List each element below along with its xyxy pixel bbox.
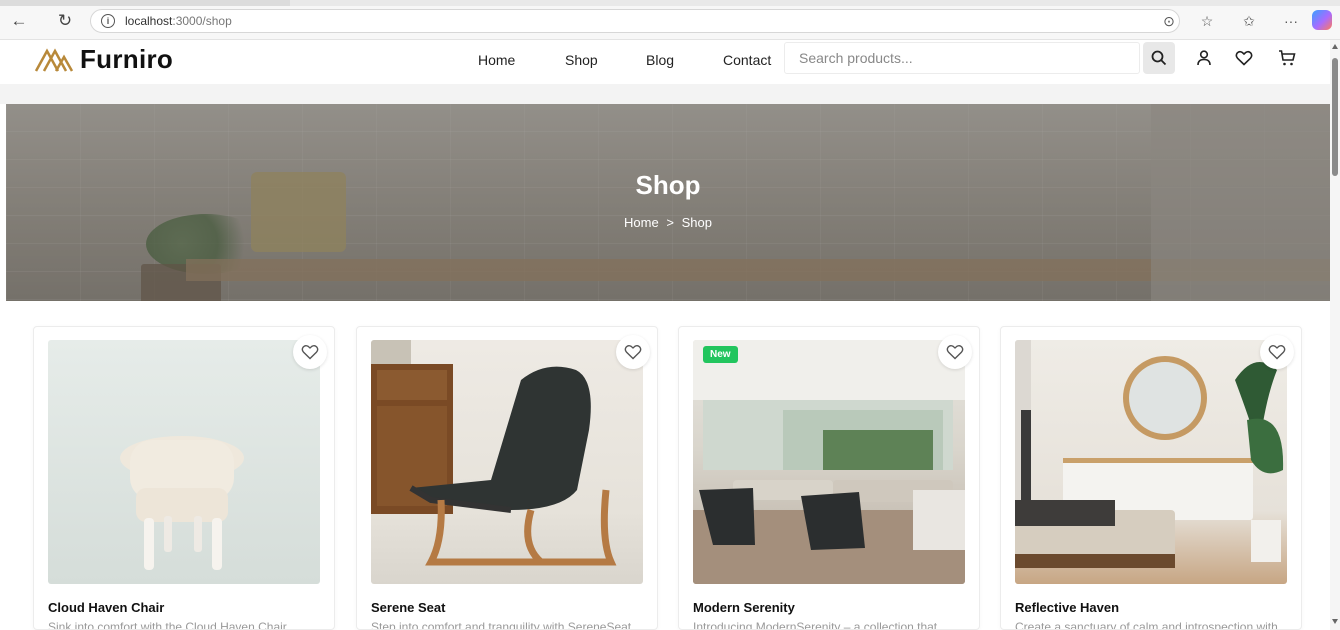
nav-shop[interactable]: Shop [565, 52, 646, 68]
wishlist-toggle[interactable] [616, 335, 650, 369]
hero-banner: Shop Home > Shop [6, 104, 1330, 301]
nav-home[interactable]: Home [478, 52, 565, 68]
back-icon[interactable]: ← [8, 10, 30, 32]
product-description: Introducing ModernSerenity – a collectio… [693, 620, 948, 630]
product-name[interactable]: Serene Seat [371, 600, 445, 615]
user-icon [1197, 50, 1211, 66]
address-bar[interactable]: i localhost:3000/shop [90, 9, 1180, 33]
main-nav: Home Shop Blog Contact [478, 52, 771, 68]
account-button[interactable] [1192, 46, 1216, 70]
site-header: Furniro Home Shop Blog Contact Search pr… [0, 40, 1330, 84]
scroll-down-icon[interactable] [1332, 619, 1338, 624]
logo[interactable]: Furniro [34, 44, 173, 75]
browser-toolbar: ← ↻ i localhost:3000/shop ⊙ ☆ ✩ ··· [0, 0, 1340, 40]
product-card[interactable]: Cloud Haven Chair Sink into comfort with… [33, 326, 335, 630]
heart-icon [624, 344, 642, 360]
search-icon [1151, 50, 1167, 66]
logo-text: Furniro [80, 44, 174, 74]
product-card[interactable]: Serene Seat Step into comfort and tranqu… [356, 326, 658, 630]
product-name[interactable]: Cloud Haven Chair [48, 600, 164, 615]
nav-blog[interactable]: Blog [646, 52, 723, 68]
search-button[interactable] [1143, 42, 1175, 74]
logo-mark-icon [34, 47, 74, 72]
product-image[interactable] [1015, 340, 1287, 584]
product-image[interactable] [48, 340, 320, 584]
reload-icon[interactable]: ↻ [54, 10, 76, 32]
cart-button[interactable] [1275, 46, 1299, 70]
breadcrumb-separator: > [666, 215, 674, 230]
heart-icon [946, 344, 964, 360]
favorite-star-icon[interactable]: ☆ [1198, 12, 1216, 30]
breadcrumb: Home > Shop [6, 215, 1330, 230]
search-input[interactable]: Search products... [784, 42, 1140, 74]
page-scrollbar[interactable] [1330, 40, 1340, 630]
heart-icon [1268, 344, 1286, 360]
site-info-icon[interactable]: i [101, 14, 115, 28]
wishlist-toggle[interactable] [938, 335, 972, 369]
nav-contact[interactable]: Contact [723, 52, 771, 68]
active-tab[interactable] [0, 0, 290, 6]
reader-mode-icon[interactable]: ⊙ [1160, 12, 1178, 30]
hero-overlay [6, 104, 1330, 301]
product-card[interactable]: New Modern Serenity Introducing ModernSe… [678, 326, 980, 630]
product-card[interactable]: Reflective Haven Create a sanctuary of c… [1000, 326, 1302, 630]
scrollbar-thumb[interactable] [1332, 58, 1338, 176]
more-options-icon[interactable]: ··· [1282, 12, 1300, 30]
product-description: Sink into comfort with the Cloud Haven C… [48, 620, 297, 630]
page-title: Shop [635, 170, 701, 200]
breadcrumb-current: Shop [681, 215, 712, 230]
wishlist-toggle[interactable] [1260, 335, 1294, 369]
breadcrumb-home[interactable]: Home [624, 215, 659, 230]
scroll-up-icon[interactable] [1332, 44, 1338, 49]
wishlist-toggle[interactable] [293, 335, 327, 369]
copilot-icon[interactable] [1312, 10, 1332, 30]
hero-spacer [0, 84, 1330, 104]
favorites-list-icon[interactable]: ✩ [1240, 12, 1258, 30]
heart-icon [1235, 50, 1253, 66]
wishlist-button[interactable] [1232, 46, 1256, 70]
product-name[interactable]: Modern Serenity [693, 600, 795, 615]
product-description: Step into comfort and tranquility with S… [371, 620, 642, 630]
product-description: Create a sanctuary of calm and introspec… [1015, 620, 1287, 630]
tab-strip [0, 0, 1340, 6]
product-image[interactable] [371, 340, 643, 584]
cart-icon [1279, 50, 1296, 66]
new-badge: New [703, 346, 738, 363]
product-image[interactable] [693, 340, 965, 584]
url-host: localhost [125, 14, 173, 28]
product-name[interactable]: Reflective Haven [1015, 600, 1119, 615]
heart-icon [301, 344, 319, 360]
url-path: :3000/shop [172, 14, 232, 28]
